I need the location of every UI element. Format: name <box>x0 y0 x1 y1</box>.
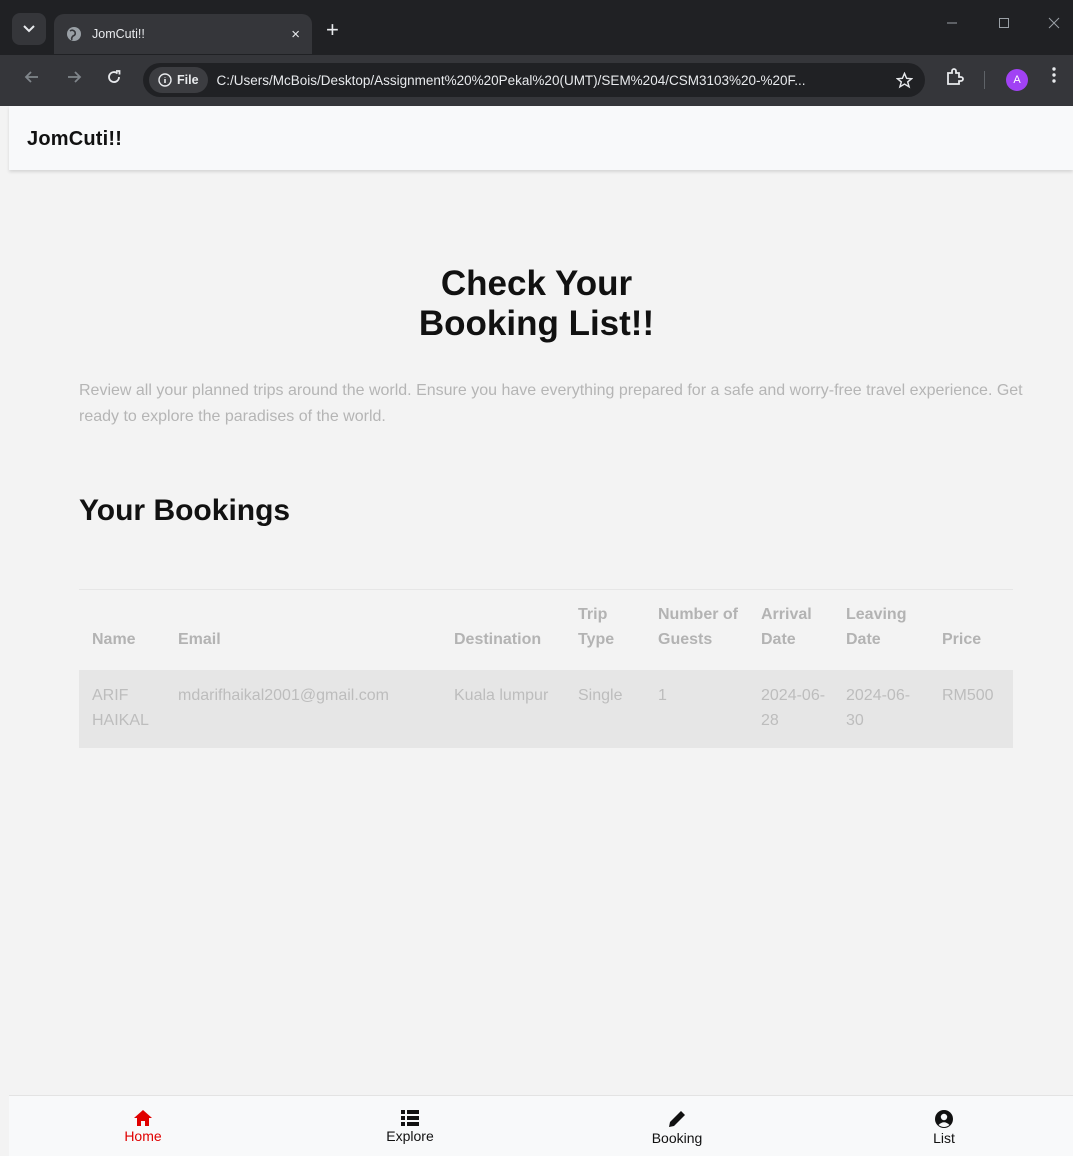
bottom-nav-home[interactable]: Home <box>83 1110 203 1144</box>
bottom-nav-booking[interactable]: Booking <box>617 1110 737 1146</box>
tab-title: JomCuti!! <box>92 27 145 41</box>
bottom-nav-booking-label: Booking <box>651 1130 703 1146</box>
forward-button[interactable] <box>66 69 82 90</box>
globe-icon <box>67 27 81 41</box>
close-icon <box>1048 17 1060 29</box>
tab-search-button[interactable] <box>12 13 46 45</box>
brand-logo[interactable]: JomCuti!! <box>27 128 122 151</box>
bookings-table: Name Email Destination Trip Type Number … <box>79 602 1013 748</box>
cell-arrival-date: 2024-06-28 <box>748 670 833 748</box>
column-header-arrival-date: Arrival Date <box>761 606 812 648</box>
cell-destination: Kuala lumpur <box>441 670 565 748</box>
browser-tabstrip: JomCuti!! × + <box>0 0 1073 60</box>
bottom-nav-home-label: Home <box>124 1128 162 1144</box>
bookings-section-title: Your Bookings <box>79 494 291 527</box>
arrow-left-icon <box>24 71 38 83</box>
bookmark-star-icon[interactable] <box>896 71 913 89</box>
file-chip-label: File <box>177 73 199 87</box>
column-header-name: Name <box>92 631 136 648</box>
user-circle-icon <box>935 1110 953 1128</box>
info-icon <box>158 73 172 87</box>
maximize-button[interactable] <box>998 16 1010 32</box>
browser-menu-button[interactable] <box>1052 66 1056 89</box>
bottom-navigation: Home Explore Booking List <box>9 1095 1073 1156</box>
column-header-price: Price <box>942 631 982 648</box>
table-header-row: Name Email Destination Trip Type Number … <box>79 602 1013 670</box>
home-icon <box>134 1110 152 1126</box>
column-header-trip-type: Trip Type <box>578 606 615 648</box>
back-button[interactable] <box>24 69 40 90</box>
cell-guests: 1 <box>645 670 748 748</box>
close-window-button[interactable] <box>1048 16 1060 32</box>
site-info-chip[interactable]: File <box>149 67 208 93</box>
table-row: ARIF HAIKAL mdarifhaikal2001@gmail.com K… <box>79 670 1013 748</box>
cell-trip-type: Single <box>565 670 645 748</box>
list-icon <box>401 1110 419 1126</box>
table-top-divider <box>79 589 1013 590</box>
profile-avatar[interactable]: A <box>1006 69 1028 91</box>
column-header-email: Email <box>178 631 221 648</box>
kebab-menu-icon <box>1052 67 1056 83</box>
top-navbar: JomCuti!! <box>9 106 1073 170</box>
cell-email: mdarifhaikal2001@gmail.com <box>165 670 441 748</box>
url-text[interactable]: C:/Users/McBois/Desktop/Assignment%20%20… <box>217 73 896 88</box>
new-tab-button[interactable]: + <box>326 19 339 41</box>
reload-icon <box>108 70 121 83</box>
tab-close-button[interactable]: × <box>291 26 300 43</box>
cell-leaving-date: 2024-06-30 <box>833 670 929 748</box>
column-header-leaving-date: Leaving Date <box>846 606 907 648</box>
address-bar[interactable]: File C:/Users/McBois/Desktop/Assignment%… <box>143 63 925 97</box>
bottom-nav-explore[interactable]: Explore <box>350 1110 470 1144</box>
reload-button[interactable] <box>106 69 122 90</box>
hero-description: Review all your planned trips around the… <box>79 382 1023 425</box>
page-content: JomCuti!! Check Your Booking List!! Revi… <box>9 106 1073 1156</box>
column-header-guests: Number of Guests <box>658 606 738 648</box>
maximize-icon <box>999 18 1009 28</box>
arrow-right-icon <box>68 71 82 83</box>
browser-tab[interactable]: JomCuti!! × <box>54 14 312 54</box>
cell-name: ARIF HAIKAL <box>79 670 165 748</box>
toolbar-separator <box>984 71 985 89</box>
bottom-nav-explore-label: Explore <box>386 1128 434 1144</box>
bottom-nav-list-label: List <box>933 1130 955 1146</box>
hero-title: Check Your Booking List!! <box>0 264 1073 344</box>
pencil-icon <box>669 1111 685 1127</box>
minimize-button[interactable] <box>946 16 958 32</box>
column-header-destination: Destination <box>454 631 542 648</box>
bottom-nav-list[interactable]: List <box>884 1110 1004 1146</box>
browser-toolbar: File C:/Users/McBois/Desktop/Assignment%… <box>0 55 1073 106</box>
hero-title-line1: Check Your <box>440 264 633 303</box>
chevron-down-icon <box>23 25 35 33</box>
extensions-puzzle-icon[interactable] <box>944 67 964 87</box>
hero-title-line2: Booking List!! <box>418 304 655 343</box>
cell-price: RM500 <box>929 670 1013 748</box>
minimize-icon <box>947 22 957 24</box>
